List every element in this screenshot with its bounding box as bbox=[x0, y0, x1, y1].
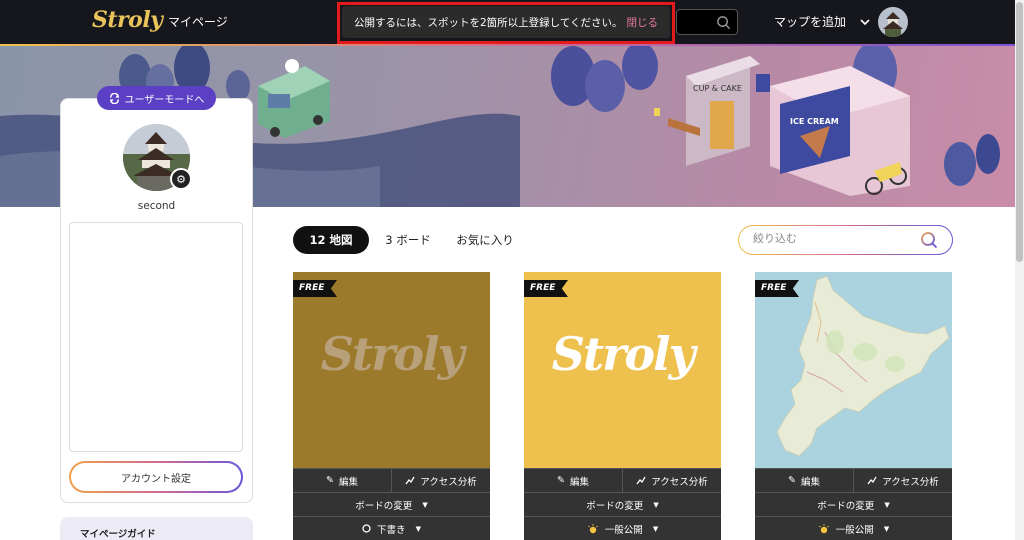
mypage-link[interactable]: マイページ bbox=[168, 13, 228, 30]
mypage-guide-header[interactable]: マイページガイド bbox=[60, 517, 253, 540]
board-change-button[interactable]: ボードの変更 ▼ bbox=[293, 492, 490, 516]
sun-icon bbox=[587, 523, 598, 533]
chevron-down-icon bbox=[860, 19, 870, 26]
chart-icon bbox=[405, 476, 415, 485]
status-label: 下書き bbox=[377, 524, 406, 536]
free-badge: FREE bbox=[755, 280, 799, 297]
user-avatar[interactable] bbox=[878, 7, 908, 37]
status-label: 一般公開 bbox=[604, 524, 643, 536]
filter-input[interactable] bbox=[753, 232, 913, 245]
account-settings-button[interactable]: アカウント設定 bbox=[69, 461, 243, 493]
pencil-icon: ✎ bbox=[557, 475, 565, 486]
toast-close-button[interactable]: 閉じる bbox=[627, 15, 659, 30]
add-map-menu[interactable]: マップを追加 bbox=[774, 13, 870, 30]
edit-button[interactable]: ✎ 編集 bbox=[524, 469, 622, 492]
card-action-row: ✎ 編集 アクセス分析 bbox=[755, 468, 952, 492]
toast-message: 公開するには、スポットを2箇所以上登録してください。 bbox=[354, 16, 623, 29]
map-thumbnail[interactable]: Stroly bbox=[524, 272, 721, 468]
tab-favorites[interactable]: お気に入り bbox=[448, 226, 522, 254]
switch-icon bbox=[109, 92, 119, 104]
analytics-label: アクセス分析 bbox=[882, 476, 939, 488]
edit-button[interactable]: ✎ 編集 bbox=[293, 469, 391, 492]
edit-button[interactable]: ✎ 編集 bbox=[755, 469, 853, 492]
search-icon bbox=[717, 16, 731, 30]
caret-down-icon: ▼ bbox=[415, 524, 421, 533]
caret-down-icon: ▼ bbox=[653, 500, 659, 509]
pencil-icon: ✎ bbox=[326, 475, 334, 486]
map-thumbnail[interactable]: Stroly bbox=[293, 272, 490, 468]
sun-icon bbox=[818, 523, 829, 533]
pencil-icon: ✎ bbox=[788, 475, 796, 486]
card-action-row: ✎ 編集 アクセス分析 bbox=[524, 468, 721, 492]
tab-maps[interactable]: 12 地図 bbox=[293, 226, 369, 254]
caret-down-icon: ▼ bbox=[884, 500, 890, 509]
free-badge: FREE bbox=[524, 280, 568, 297]
board-change-button[interactable]: ボードの変更 ▼ bbox=[755, 492, 952, 516]
caret-down-icon: ▼ bbox=[883, 524, 890, 533]
search-icon[interactable] bbox=[920, 231, 938, 249]
edit-label: 編集 bbox=[569, 476, 589, 488]
status-dropdown[interactable]: 一般公開 ▼ bbox=[755, 516, 952, 540]
svg-text:CUP & CAKE: CUP & CAKE bbox=[693, 84, 742, 93]
gear-icon: ⚙ bbox=[176, 172, 186, 186]
map-thumbnail[interactable] bbox=[755, 272, 952, 468]
thumbnail-logo: Stroly bbox=[551, 327, 696, 381]
analytics-label: アクセス分析 bbox=[420, 476, 477, 488]
map-card: Stroly FREE ✎ 編集 アクセス分析 ボードの変更 ▼ 一般公開 ▼ bbox=[524, 272, 721, 540]
analytics-label: アクセス分析 bbox=[651, 476, 708, 488]
tab-boards[interactable]: 3 ボード bbox=[378, 226, 438, 254]
board-change-label: ボードの変更 bbox=[355, 500, 413, 512]
analytics-button[interactable]: アクセス分析 bbox=[622, 469, 721, 492]
chart-icon bbox=[636, 476, 646, 485]
chart-icon bbox=[867, 476, 877, 485]
thumbnail-logo: Stroly bbox=[320, 327, 465, 381]
status-dropdown[interactable]: 一般公開 ▼ bbox=[524, 516, 721, 540]
free-badge: FREE bbox=[293, 280, 337, 297]
stroly-logo[interactable]: Stroly bbox=[92, 7, 163, 33]
user-mode-button[interactable]: ユーザーモードへ bbox=[97, 86, 216, 110]
user-mode-label: ユーザーモードへ bbox=[124, 94, 205, 106]
filter-search bbox=[738, 225, 953, 255]
edit-label: 編集 bbox=[800, 476, 820, 488]
analytics-button[interactable]: アクセス分析 bbox=[391, 469, 490, 492]
toast-notification: 公開するには、スポットを2箇所以上登録してください。 閉じる bbox=[342, 6, 670, 38]
caret-down-icon: ▼ bbox=[422, 500, 428, 509]
circle-outline-icon bbox=[362, 524, 371, 533]
map-card: FREE ✎ 編集 アクセス分析 ボードの変更 ▼ 一般公開 ▼ bbox=[755, 272, 952, 540]
status-label: 一般公開 bbox=[835, 524, 874, 536]
profile-bio-box bbox=[69, 222, 243, 452]
username: second bbox=[137, 200, 176, 212]
add-map-label: マップを追加 bbox=[774, 15, 847, 29]
header-search[interactable] bbox=[676, 9, 738, 35]
svg-text:ICE CREAM: ICE CREAM bbox=[790, 117, 839, 126]
scrollbar-thumb[interactable] bbox=[1016, 2, 1023, 262]
board-change-label: ボードの変更 bbox=[817, 500, 875, 512]
castle-photo bbox=[878, 7, 908, 37]
status-dropdown[interactable]: 下書き ▼ bbox=[293, 516, 490, 540]
board-change-label: ボードの変更 bbox=[586, 500, 644, 512]
avatar-settings-button[interactable]: ⚙ bbox=[170, 168, 192, 190]
hokkaido-map-image bbox=[755, 272, 952, 468]
board-change-button[interactable]: ボードの変更 ▼ bbox=[524, 492, 721, 516]
map-card: Stroly FREE ✎ 編集 アクセス分析 ボードの変更 ▼ 下書き ▼ bbox=[293, 272, 490, 540]
edit-label: 編集 bbox=[338, 476, 358, 488]
analytics-button[interactable]: アクセス分析 bbox=[853, 469, 952, 492]
caret-down-icon: ▼ bbox=[652, 524, 659, 533]
card-action-row: ✎ 編集 アクセス分析 bbox=[293, 468, 490, 492]
